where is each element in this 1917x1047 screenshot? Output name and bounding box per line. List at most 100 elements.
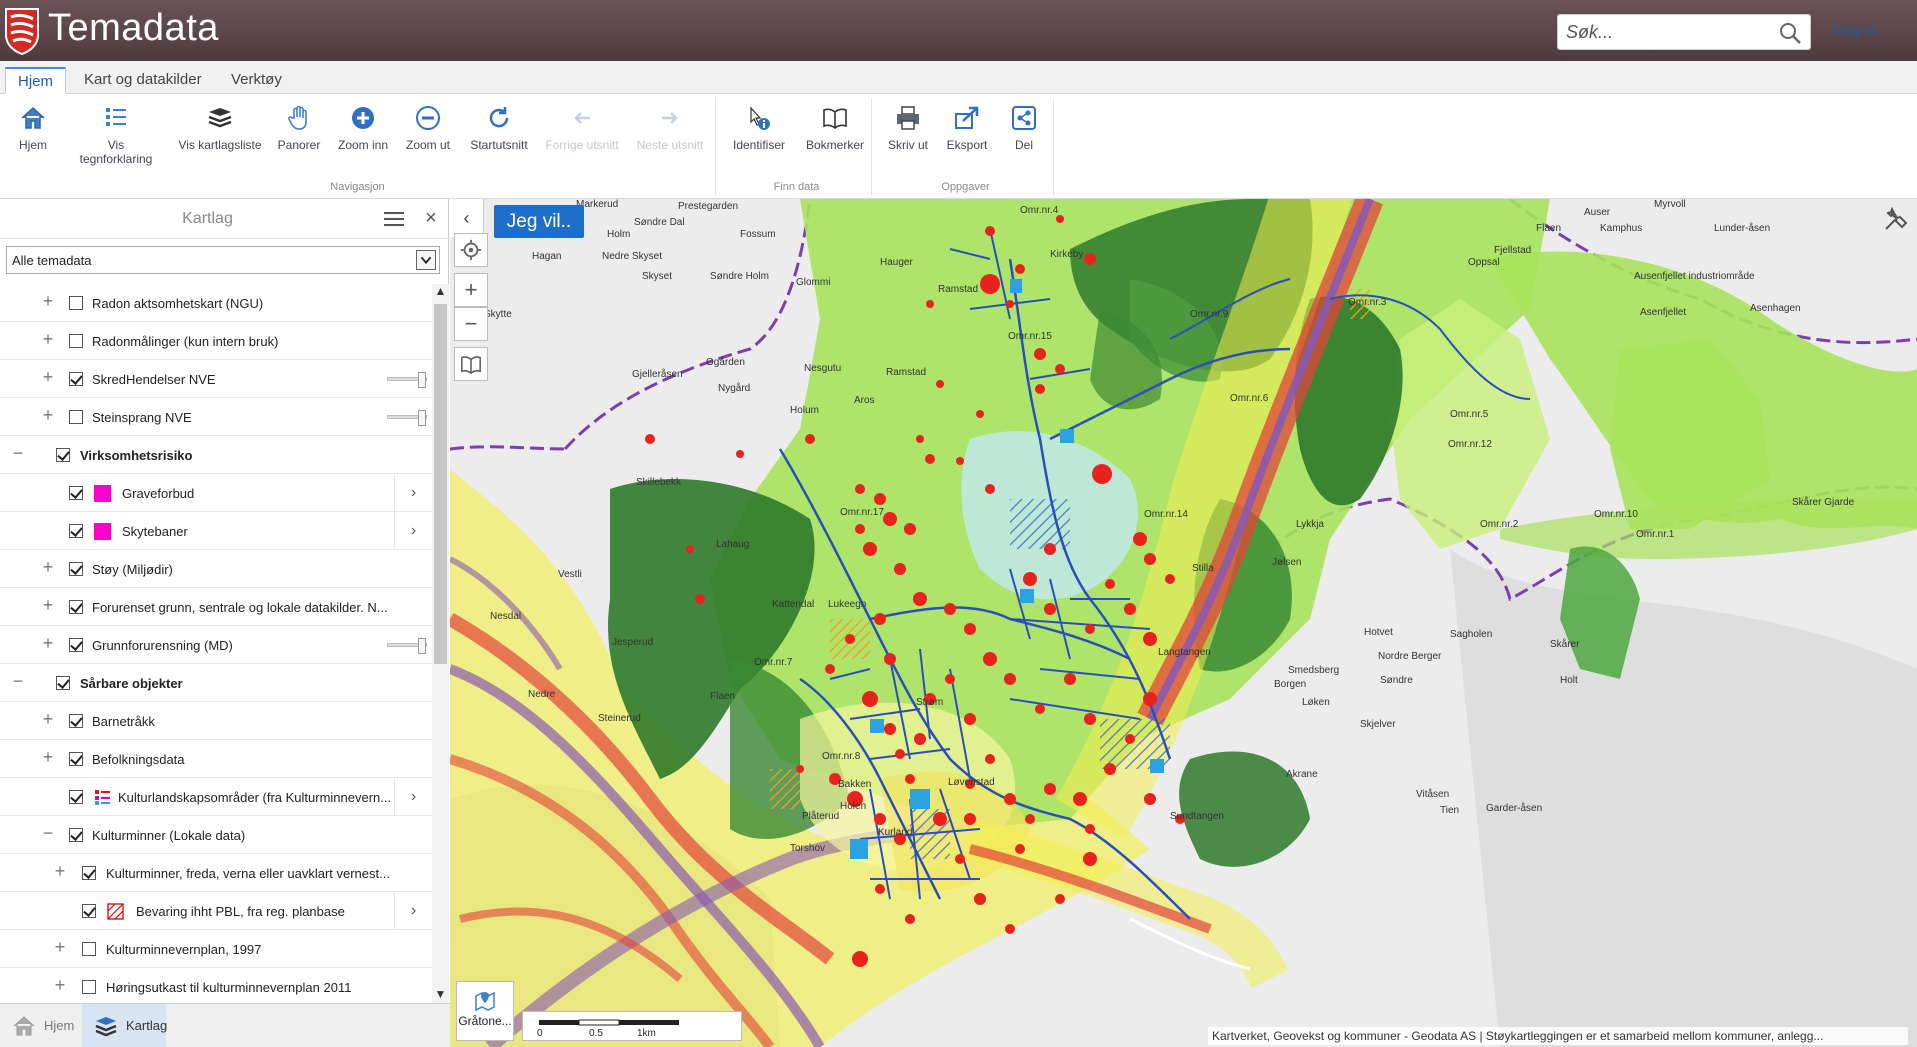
layer-checkbox[interactable] <box>56 448 70 462</box>
layer-row[interactable]: Graveforbud › <box>0 474 432 512</box>
startutsnitt-button[interactable]: Startutsnitt <box>466 104 532 152</box>
opacity-slider[interactable] <box>387 372 427 388</box>
expand-icon[interactable]: + <box>40 406 56 424</box>
expand-icon[interactable]: + <box>40 292 56 310</box>
zoom-inn-button[interactable]: Zoom inn <box>334 104 392 152</box>
layer-row[interactable]: − Sårbare objekter <box>0 664 432 702</box>
map-zoom-out-button[interactable]: − <box>454 307 488 341</box>
search-icon[interactable] <box>1778 21 1802 45</box>
expand-icon[interactable]: + <box>40 330 56 348</box>
map-bookmark-button[interactable] <box>454 347 488 381</box>
layer-row[interactable]: + Høringsutkast til kulturminnevernplan … <box>0 968 432 1004</box>
collapse-icon[interactable]: − <box>40 824 56 842</box>
layer-row[interactable]: + SkredHendelser NVE <box>0 360 432 398</box>
layer-checkbox[interactable] <box>69 828 83 842</box>
tools-icon[interactable] <box>1882 205 1910 233</box>
close-icon[interactable]: × <box>422 208 440 228</box>
layer-row[interactable]: + Radonmålinger (kun intern bruk) <box>0 322 432 360</box>
layer-row[interactable]: Kulturlandskapsområder (fra Kulturminnev… <box>0 778 432 816</box>
map-canvas[interactable] <box>450 199 1917 1047</box>
search-box[interactable] <box>1557 14 1811 50</box>
chevron-right-icon[interactable]: › <box>394 778 432 815</box>
vis-kartlagsliste-button[interactable]: Vis kartlagsliste <box>176 104 264 152</box>
expand-icon[interactable]: + <box>40 596 56 614</box>
layer-checkbox[interactable] <box>69 296 83 310</box>
layer-row[interactable]: − Virksomhetsrisiko <box>0 436 432 474</box>
layer-row[interactable]: + Kulturminnevernplan, 1997 <box>0 930 432 968</box>
collapse-icon[interactable]: − <box>10 444 26 462</box>
chevron-right-icon[interactable]: › <box>394 512 432 549</box>
opacity-slider[interactable] <box>387 410 427 426</box>
layer-checkbox[interactable] <box>69 486 83 500</box>
locate-button[interactable] <box>454 233 488 267</box>
search-input[interactable] <box>1566 19 1766 45</box>
expand-icon[interactable]: + <box>40 634 56 652</box>
layer-checkbox[interactable] <box>69 410 83 424</box>
layer-row[interactable]: + Forurenset grunn, sentrale og lokale d… <box>0 588 432 626</box>
layer-checkbox[interactable] <box>82 866 96 880</box>
layer-checkbox[interactable] <box>69 562 83 576</box>
scroll-up-icon[interactable]: ▲ <box>432 284 449 301</box>
tab-hjem[interactable]: Hjem <box>5 67 67 94</box>
identifiser-button[interactable]: Identifiser <box>728 104 790 152</box>
expand-icon[interactable]: + <box>40 710 56 728</box>
expand-icon[interactable]: + <box>40 748 56 766</box>
neste-utsnitt-button[interactable]: Neste utsnitt <box>632 104 708 152</box>
del-button[interactable]: Del <box>1002 104 1046 152</box>
layer-checkbox[interactable] <box>69 524 83 538</box>
chevron-right-icon[interactable]: › <box>394 474 432 511</box>
forrige-utsnitt-button[interactable]: Forrige utsnitt <box>544 104 620 152</box>
layer-checkbox[interactable] <box>69 638 83 652</box>
menu-icon[interactable] <box>384 211 404 227</box>
layer-row[interactable]: + Kulturminner, freda, verna eller uavkl… <box>0 854 432 892</box>
layer-checkbox[interactable] <box>69 372 83 386</box>
layer-checkbox[interactable] <box>82 904 96 918</box>
tab-verktoy[interactable]: Verktøy <box>219 67 294 94</box>
collapse-panel-button[interactable]: ‹ <box>450 199 484 237</box>
layer-checkbox[interactable] <box>69 600 83 614</box>
eksport-button[interactable]: Eksport <box>940 104 994 152</box>
layer-row[interactable]: Bevaring ihht PBL, fra reg. planbase › <box>0 892 432 930</box>
zoom-ut-button[interactable]: Zoom ut <box>400 104 456 152</box>
expand-icon[interactable]: + <box>52 862 68 880</box>
layer-checkbox[interactable] <box>69 334 83 348</box>
layer-row[interactable]: + Grunnforurensning (MD) <box>0 626 432 664</box>
map-view[interactable]: Markerud Prestegarden Søndre Dal Holm Ha… <box>450 199 1917 1047</box>
expand-icon[interactable]: + <box>40 368 56 386</box>
layer-row[interactable]: + Radon aktsomhetskart (NGU) <box>0 284 432 322</box>
layer-row[interactable]: + Befolkningsdata <box>0 740 432 778</box>
opacity-slider[interactable] <box>387 638 427 654</box>
skriv-ut-button[interactable]: Skriv ut <box>884 104 932 152</box>
base-map-button[interactable]: Gråtone... <box>456 981 514 1041</box>
layer-row[interactable]: + Steinsprang NVE <box>0 398 432 436</box>
layer-checkbox[interactable] <box>56 676 70 690</box>
scroll-thumb[interactable] <box>434 304 447 664</box>
layer-checkbox[interactable] <box>69 714 83 728</box>
map-zoom-in-button[interactable]: + <box>454 273 488 307</box>
layer-row[interactable]: + Støy (Miljødir) <box>0 550 432 588</box>
layer-row[interactable]: Skytebaner › <box>0 512 432 550</box>
jeg-vil-button[interactable]: Jeg vil.. <box>494 205 584 238</box>
collapse-icon[interactable]: − <box>10 672 26 690</box>
tab-kart-og-datakilder[interactable]: Kart og datakilder <box>72 67 214 94</box>
scroll-down-icon[interactable]: ▼ <box>432 987 449 1004</box>
layer-checkbox[interactable] <box>82 980 96 994</box>
layer-checkbox[interactable] <box>69 752 83 766</box>
expand-icon[interactable]: + <box>52 938 68 956</box>
panorer-button[interactable]: Panorer <box>274 104 324 152</box>
layer-checkbox[interactable] <box>82 942 96 956</box>
expand-icon[interactable]: + <box>52 976 68 994</box>
layer-checkbox[interactable] <box>69 790 83 804</box>
vis-tegnforklaring-button[interactable]: Vis tegnforklaring <box>76 104 156 166</box>
bottom-kartlag-button[interactable]: Kartlag <box>82 1004 167 1047</box>
bokmerker-button[interactable]: Bokmerker <box>804 104 866 152</box>
chevron-right-icon[interactable]: › <box>394 892 432 929</box>
logout-link[interactable]: Logg ut <box>1833 22 1876 37</box>
expand-icon[interactable]: + <box>40 558 56 576</box>
layer-row[interactable]: + Barnetråkk <box>0 702 432 740</box>
theme-select[interactable]: Alle temadata <box>6 246 440 274</box>
hjem-button[interactable]: Hjem <box>12 104 54 152</box>
layer-row[interactable]: − Kulturminner (Lokale data) <box>0 816 432 854</box>
chevron-down-icon[interactable] <box>416 250 436 270</box>
layer-list-scrollbar[interactable]: ▲ ▼ <box>432 284 449 1004</box>
